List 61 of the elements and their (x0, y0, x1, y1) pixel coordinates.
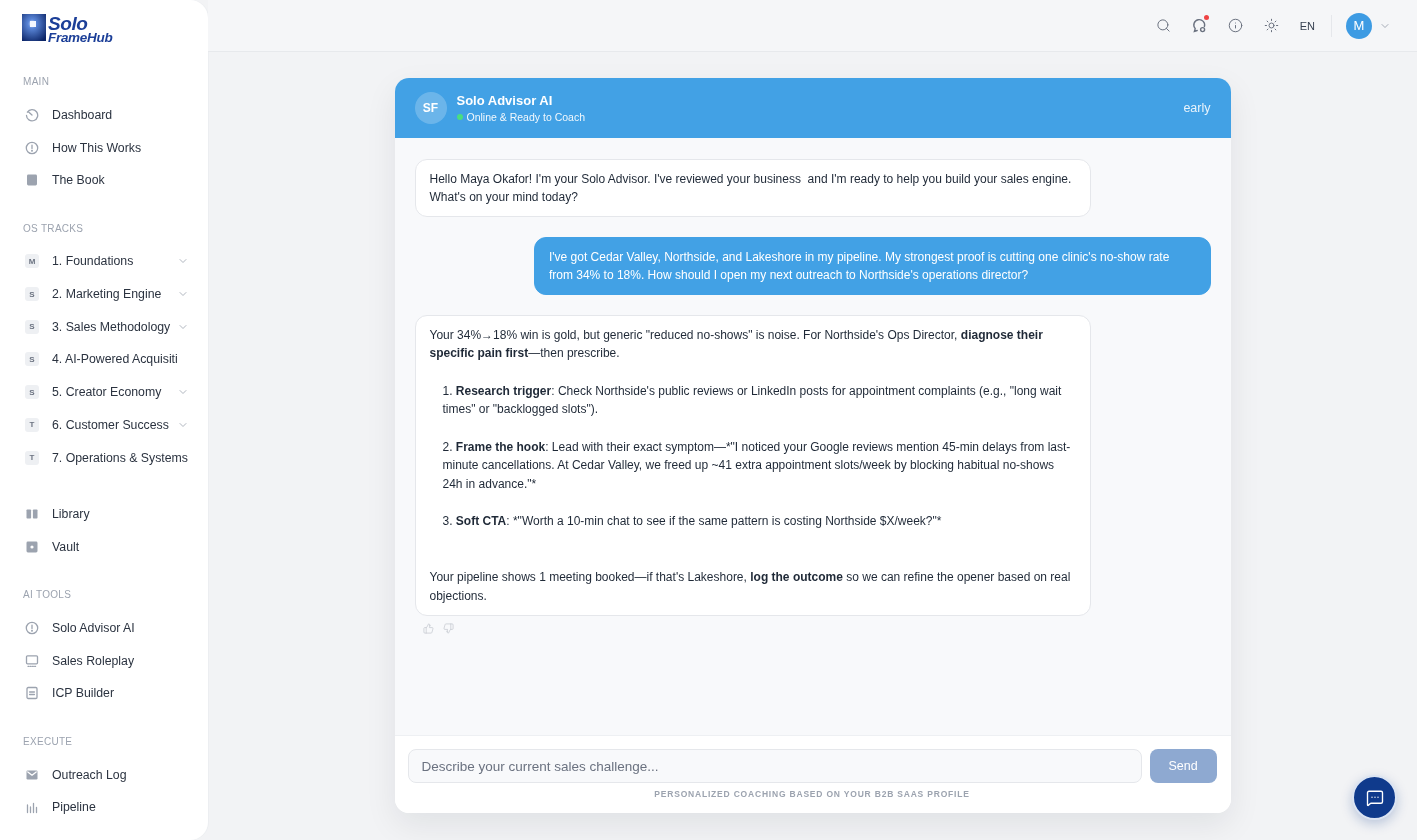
status-text: Online & Ready to Coach (466, 111, 585, 123)
nav-item[interactable]: S 3. Sales Methodology (0, 310, 208, 344)
nav-item[interactable]: The Book (0, 163, 208, 197)
logo-icon (22, 14, 46, 41)
bar-chart-icon (25, 800, 39, 815)
logo-text: Solo FrameHub (48, 14, 113, 45)
alert-circle-icon (25, 140, 39, 155)
nav-item[interactable]: Dashboard (0, 98, 208, 132)
track-badge: S (25, 352, 39, 367)
section-heading: MAIN (22, 75, 51, 89)
books-icon (25, 507, 39, 522)
nav-item[interactable]: Outreach Log (0, 758, 208, 791)
nav-item[interactable]: S 2. Marketing Engine (0, 277, 208, 311)
language-button[interactable]: EN (1299, 19, 1315, 32)
chat-launcher-button[interactable] (1352, 775, 1397, 820)
list-item-text: 2. Frame the hook: Lead with their exact symptom—*"I noticed your Google reviews mention 45-min delays from last-minute cancellations. At Cedar Valley, we freed up ~41 extra appointment slots/week by blocking habitual no-shows 24h in advance."* (441, 438, 1072, 493)
track-badge: T (25, 417, 39, 432)
nav-item[interactable]: S 4. AI-Powered Acquisiti (0, 343, 208, 376)
chat-bubble-icon[interactable] (1191, 18, 1207, 33)
info-icon[interactable] (1227, 18, 1243, 33)
nav-item[interactable]: How This Works (0, 131, 208, 164)
message-input[interactable]: Describe your current sales challenge... (407, 749, 1142, 783)
nav-item[interactable]: T 7. Operations & Systems (0, 441, 208, 474)
plan-text: early (1183, 101, 1211, 115)
nav-item[interactable]: Pipeline (0, 791, 208, 824)
section-heading: OS TRACKS (22, 221, 85, 236)
thumbs-up-icon[interactable] (422, 622, 434, 634)
nav-item[interactable]: Solo Advisor AI (0, 611, 208, 645)
list-item-text: 3. Soft CTA: *"Worth a 10-min chat to see if the same pattern is costing Northside $X/week?"* (441, 513, 943, 530)
chat-icon (1365, 788, 1384, 807)
nav-item[interactable]: Vault (0, 530, 208, 564)
message-text: Hello Maya Okafor! I'm your Solo Advisor. I've reviewed your business and I'm ready to help you build your sales engine. What's on your mind today? (429, 170, 1073, 206)
section-heading: AI TOOLS (22, 588, 73, 603)
document-icon (25, 686, 39, 701)
section-heading: EXECUTE (22, 734, 74, 749)
monitor-icon (25, 653, 39, 668)
nav-item[interactable]: ICP Builder (0, 677, 208, 710)
track-badge: S (25, 385, 39, 400)
gauge-icon (25, 107, 39, 122)
advisor-avatar: SF (414, 92, 447, 124)
safe-icon (25, 539, 39, 554)
input-caption: PERSONALIZED COACHING BASED ON YOUR B2B SAAS PROFILE (653, 789, 971, 800)
message-text: Your pipeline shows 1 meeting booked—if that's Lakeshore, log the outcome so we can refine the opener based on real objections. (429, 569, 1072, 605)
message-text: Your 34%→18% win is gold, but generic "reduced no-shows" is noise. For Northside's Ops Director, diagnose their specific pain first—then prescribe. (429, 326, 1044, 362)
search-icon[interactable] (1155, 18, 1171, 33)
book-icon (25, 173, 39, 188)
track-badge: S (25, 287, 39, 302)
list-item-text: 1. Research trigger: Check Northside's public reviews or LinkedIn posts for appointment complaints (e.g., "long wait times" or "backlogged slots"). (441, 382, 1063, 418)
sun-icon[interactable] (1263, 18, 1279, 33)
track-badge: T (25, 450, 39, 465)
track-badge: S (25, 319, 39, 334)
thumbs-down-icon[interactable] (442, 622, 454, 634)
nav-item[interactable]: M 1. Foundations (0, 245, 208, 278)
track-badge: M (25, 254, 39, 269)
nav-item[interactable]: Sales Roleplay (0, 644, 208, 678)
nav-item[interactable]: Library (0, 497, 208, 531)
chat-title: Solo Advisor AI (456, 93, 554, 108)
nav-item[interactable]: S 5. Creator Economy (0, 375, 208, 409)
nav-item[interactable]: T 6. Customer Success (0, 408, 208, 442)
message-text: I've got Cedar Valley, Northside, and Lakeshore in my pipeline. My strongest proof is cutting one clinic's no-show rate from 34% to 18%. How should I open my next outreach to Northside's operations director? (548, 248, 1171, 284)
alert-circle-icon (25, 621, 39, 636)
